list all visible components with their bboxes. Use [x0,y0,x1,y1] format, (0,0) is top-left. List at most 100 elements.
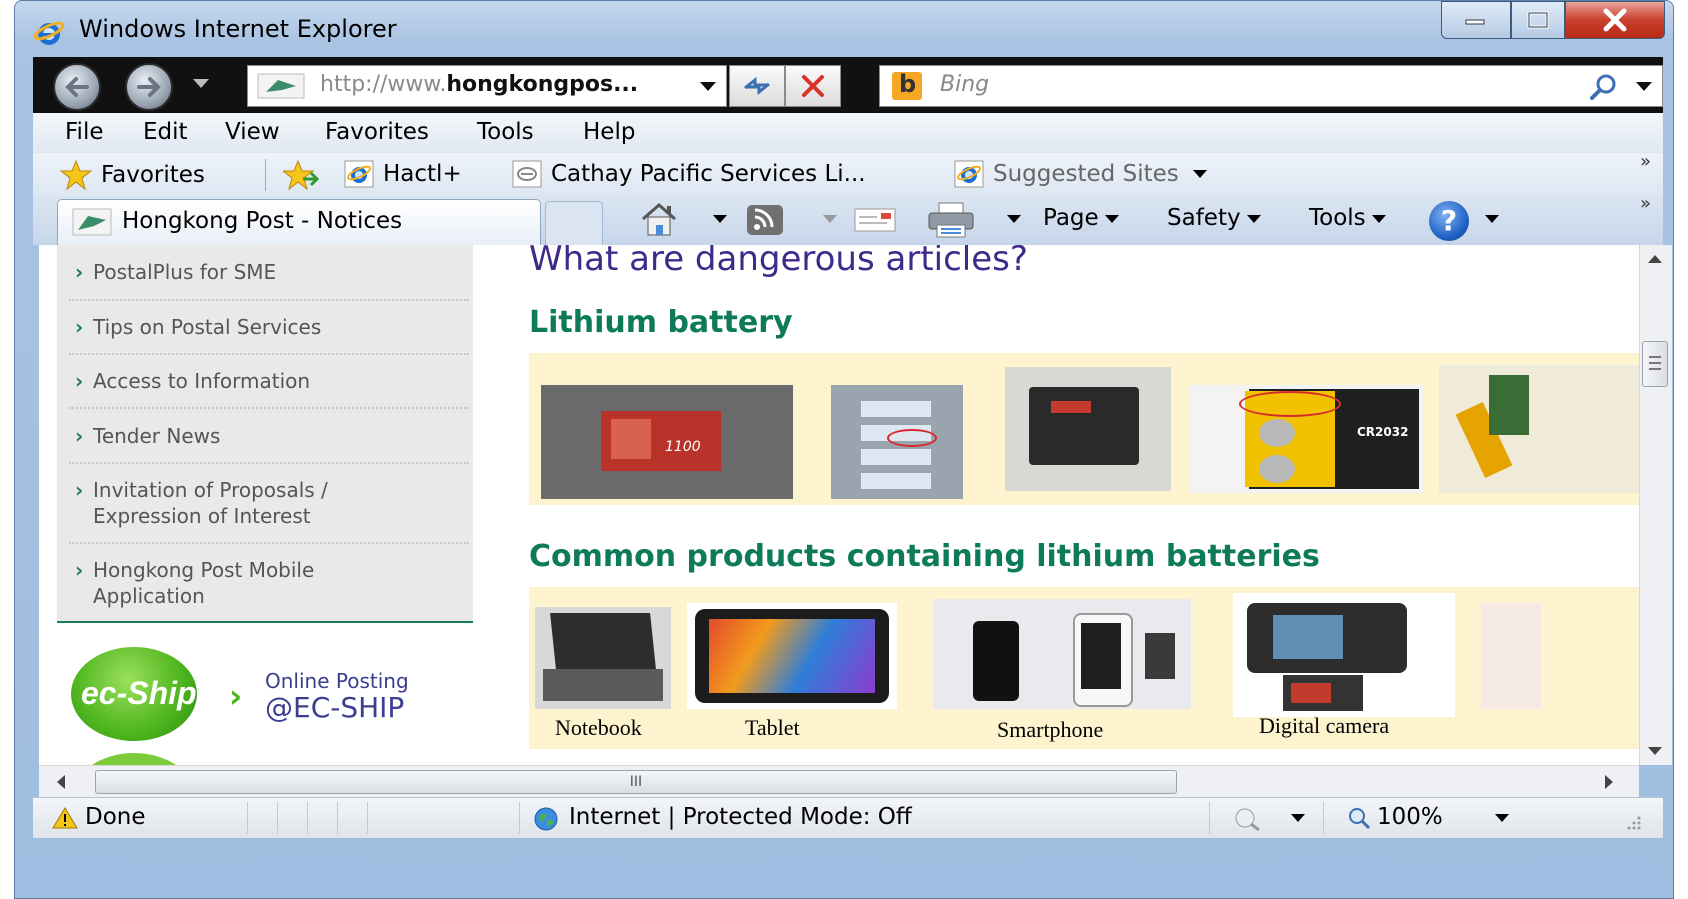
scroll-down-arrow-icon[interactable] [1648,747,1662,755]
home-dropdown[interactable] [713,215,727,223]
sidebar-divider [69,462,469,464]
tools-menu-button[interactable]: Tools [1309,205,1386,231]
ecship-line2: @EC-SHIP [265,691,405,724]
ie-window: Windows Internet Explorer http://www.hon… [14,0,1674,899]
status-bar: Done Internet | Protected Mode: Off 100% [33,797,1663,838]
rss-feed-icon[interactable] [745,203,785,237]
title-bar: Windows Internet Explorer [15,1,1673,59]
zoom-level-dropdown[interactable] [1495,814,1509,822]
suggested-sites-button[interactable]: Suggested Sites [953,159,1207,189]
sidebar-menu: › PostalPlus for SME › Tips on Postal Se… [57,245,473,623]
back-arrow-icon [65,77,89,97]
favorites-star-icon [59,159,93,191]
page-menu-label: Page [1043,205,1099,231]
refresh-button[interactable] [729,65,785,107]
chevron-down-icon [1104,214,1119,223]
forward-button[interactable] [125,63,173,111]
help-icon[interactable]: ? [1429,201,1469,241]
address-dropdown[interactable] [700,82,716,91]
partially-visible-product-photo [1481,603,1541,709]
address-text: http://www.hongkongpos... [320,72,638,97]
menu-favorites[interactable]: Favorites [325,119,429,145]
chevron-right-icon: › [75,478,84,502]
close-button[interactable] [1565,1,1665,39]
back-button[interactable] [53,63,101,111]
recent-pages-dropdown[interactable] [193,79,209,88]
search-provider-dropdown[interactable] [1636,82,1652,91]
smartphone-photo [933,599,1191,709]
menu-tools[interactable]: Tools [477,119,534,145]
digital-camera-photo [1233,593,1455,717]
menu-view[interactable]: View [225,119,280,145]
warning-icon [52,807,78,829]
address-bar[interactable]: http://www.hongkongpos... [247,65,727,107]
bing-logo-icon: b [892,70,922,100]
scroll-right-arrow-icon[interactable] [1605,775,1613,789]
chevron-down-icon [1246,214,1261,223]
minimize-button[interactable] [1441,1,1511,39]
scroll-up-arrow-icon[interactable] [1648,255,1662,263]
tab-title: Hongkong Post - Notices [122,208,403,234]
help-dropdown[interactable] [1485,215,1499,223]
status-divider [307,802,308,834]
favorites-label: Favorites [101,162,205,188]
sidebar-item-label: Access to Information [93,369,311,393]
search-icon[interactable] [1588,72,1618,102]
add-to-favorites-bar-icon[interactable] [283,159,319,191]
battery-photo-text: 1100 [665,439,701,455]
vertical-scrollbar[interactable] [1639,245,1672,765]
security-zone-text[interactable]: Internet | Protected Mode: Off [569,804,912,830]
stop-button[interactable] [785,65,841,107]
read-mail-icon[interactable] [853,205,899,235]
page-menu-button[interactable]: Page [1043,205,1119,231]
secondary-banner-logo[interactable] [71,753,197,765]
web-page-icon [512,160,542,188]
print-icon[interactable] [925,201,977,239]
zoom-level-button[interactable]: 100% [1377,804,1443,830]
hongkong-post-favicon-icon [72,208,112,236]
command-overflow-chevron-icon[interactable]: » [1640,193,1651,214]
menu-file[interactable]: File [65,119,104,145]
lithium-battery-photo-strip: 1100 CR2032 [529,353,1639,505]
status-divider [519,802,520,834]
favorite-link-cathay[interactable]: Cathay Pacific Services Li... [511,159,866,189]
horizontal-scrollbar[interactable]: III [39,765,1639,798]
menu-edit[interactable]: Edit [143,119,188,145]
home-icon[interactable] [637,201,681,239]
new-tab-button[interactable] [545,201,603,246]
vertical-scroll-thumb[interactable] [1642,341,1668,387]
forward-arrow-icon [137,77,161,97]
scroll-left-arrow-icon[interactable] [57,775,65,789]
favorite-link-hactl[interactable]: Hactl+ [343,159,462,189]
products-photo-strip: Notebook Tablet Smartphone Digital camer… [529,587,1639,749]
favorites-overflow-chevron-icon[interactable]: » [1640,151,1651,172]
resize-grip-icon[interactable] [1623,812,1643,832]
favorite-link-label: Cathay Pacific Services Li... [551,161,866,187]
battery-cells-photo [831,385,963,499]
change-zoom-settings-icon[interactable] [1233,806,1267,832]
section-heading-products: Common products containing lithium batte… [529,539,1320,574]
safety-menu-label: Safety [1167,205,1241,231]
status-divider [337,802,338,834]
refresh-icon [744,76,770,96]
coin-cell-text: CR2032 [1357,425,1409,439]
search-box[interactable]: b Bing [879,65,1663,107]
horizontal-scroll-thumb[interactable]: III [95,770,1177,794]
sidebar-divider [69,299,469,301]
zoom-options-dropdown[interactable] [1291,814,1305,822]
tab-bar: Hongkong Post - Notices Page Safety Tool… [33,193,1663,246]
coin-cell-photo: CR2032 [1189,385,1423,493]
menu-help[interactable]: Help [583,119,635,145]
maximize-button[interactable] [1511,1,1565,39]
chevron-down-icon [1192,170,1207,178]
tab-hongkong-post[interactable]: Hongkong Post - Notices [57,199,541,245]
favorites-separator [265,159,266,191]
safety-menu-button[interactable]: Safety [1167,205,1261,231]
phone-battery-photo [1005,367,1171,491]
print-dropdown[interactable] [1007,215,1021,223]
window-title: Windows Internet Explorer [79,15,397,43]
sidebar-divider [69,407,469,409]
sidebar-item-label: Tender News [93,424,221,448]
favorites-button[interactable]: Favorites [59,159,205,191]
feeds-dropdown[interactable] [823,215,837,223]
